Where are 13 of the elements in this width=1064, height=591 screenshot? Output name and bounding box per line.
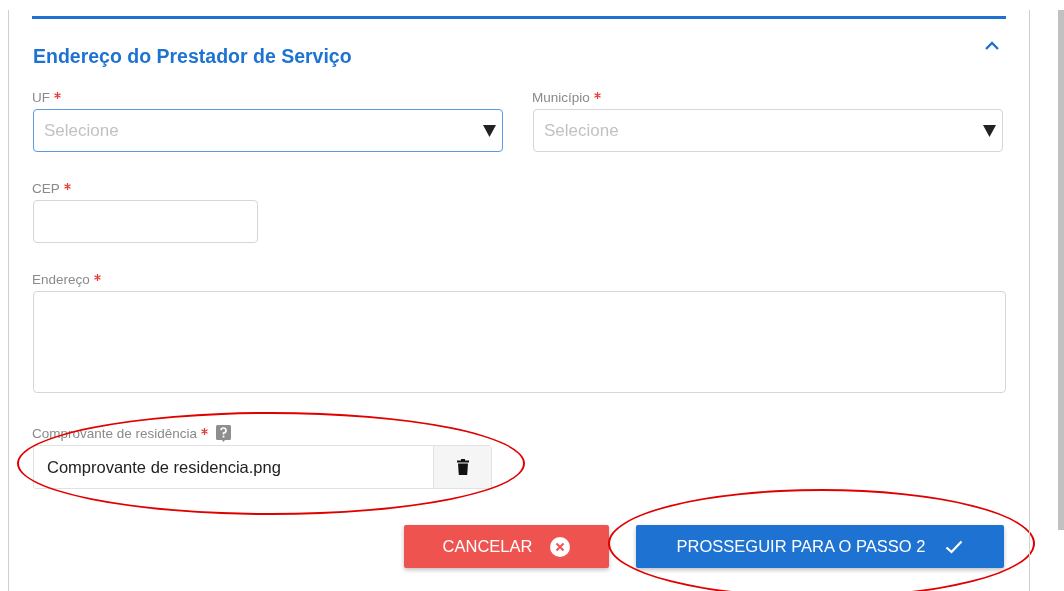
select-field[interactable]: Selecione bbox=[533, 109, 1003, 152]
field-label: UF bbox=[32, 89, 50, 105]
file-field[interactable]: Comprovante de residencia.png bbox=[33, 445, 492, 489]
proceed-button[interactable]: PROSSEGUIR PARA O PASSO 2 bbox=[636, 525, 1004, 568]
select-placeholder: Selecione bbox=[44, 120, 119, 141]
field-label: Endereço bbox=[32, 271, 90, 287]
cancel-button[interactable]: CANCELAR bbox=[404, 525, 609, 568]
select-field[interactable]: Selecione bbox=[33, 109, 503, 152]
field-label: Município bbox=[532, 89, 590, 105]
field-label: CEP bbox=[32, 180, 60, 196]
file-name: Comprovante de residencia.png bbox=[46, 456, 282, 478]
select-placeholder: Selecione bbox=[544, 120, 619, 141]
section-title: Endereço do Prestador de Serviço bbox=[33, 44, 352, 69]
